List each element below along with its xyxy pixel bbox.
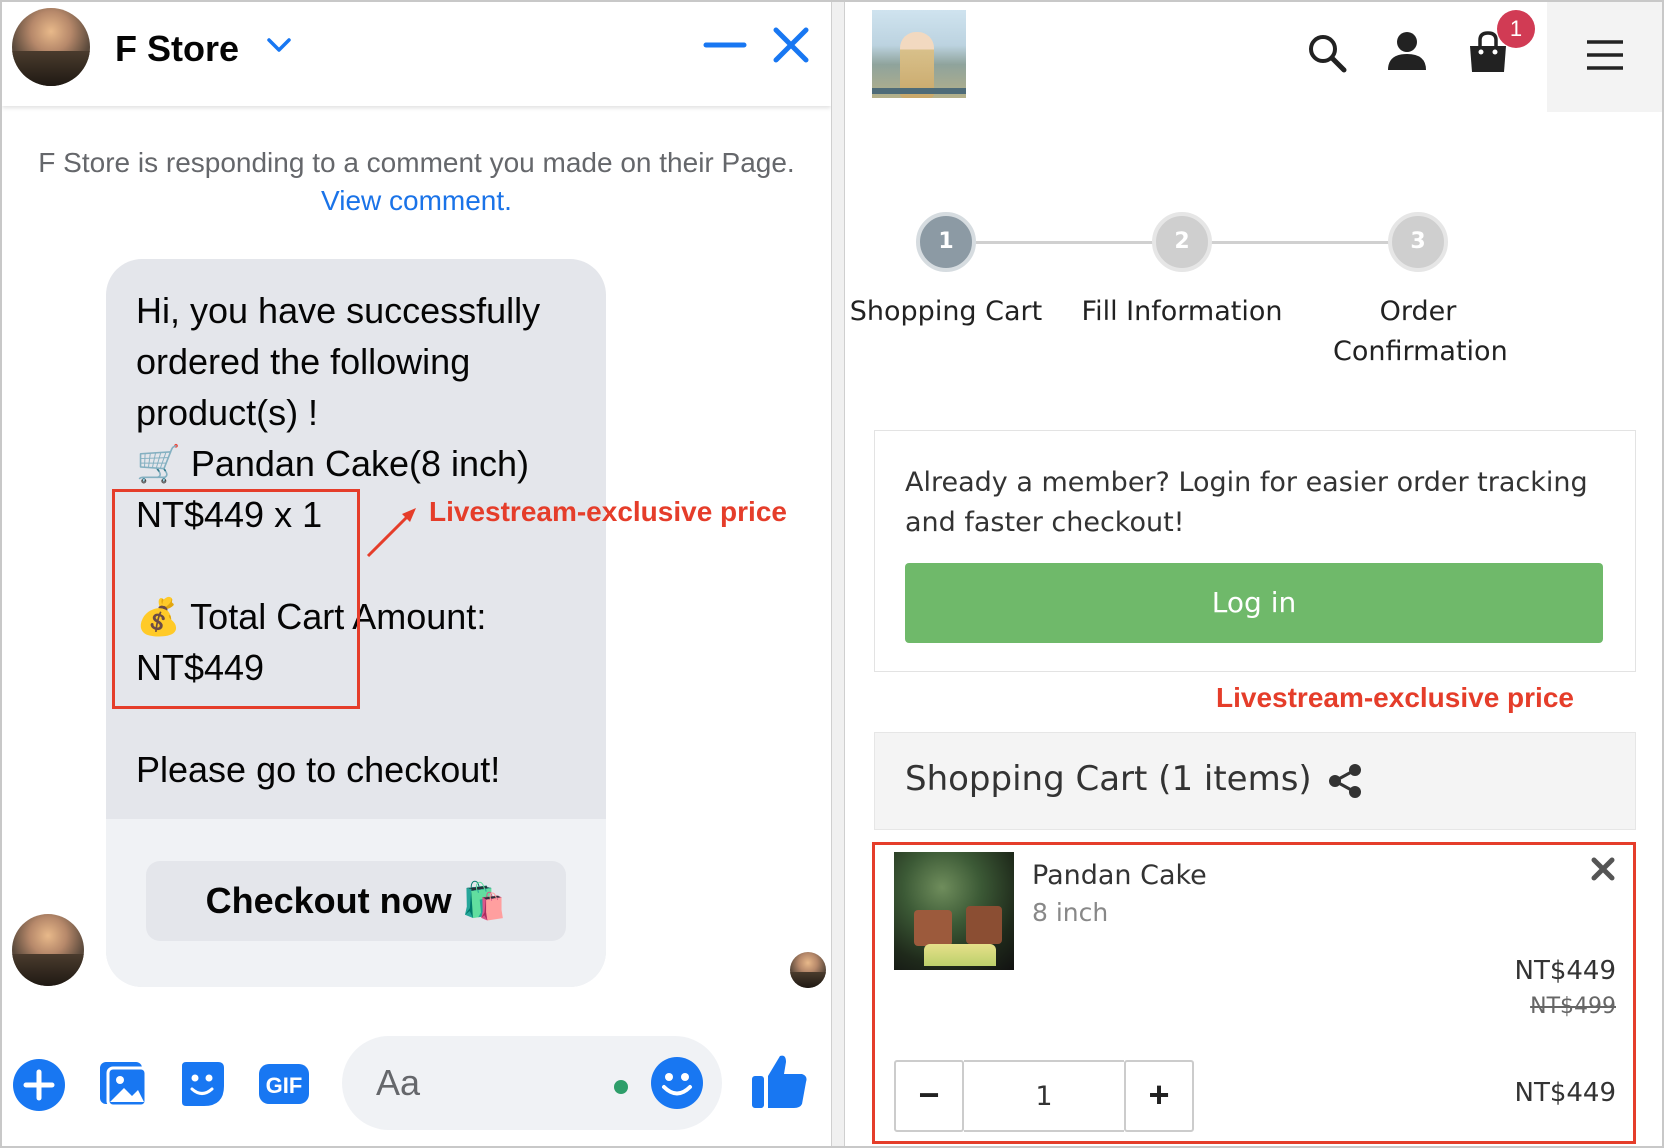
view-comment-link[interactable]: View comment. (321, 185, 512, 216)
step-1-circle: 1 (916, 212, 976, 272)
menu-button[interactable] (1547, 2, 1662, 112)
image-icon[interactable] (96, 1056, 152, 1112)
message-input[interactable]: Aa (342, 1036, 722, 1130)
step-connector (974, 241, 1170, 244)
like-icon[interactable] (748, 1050, 810, 1112)
step-connector (1210, 241, 1406, 244)
store-avatar[interactable] (12, 8, 90, 86)
logo-rail (872, 88, 966, 94)
menu-icon (1587, 40, 1623, 70)
annotation-arrow (366, 508, 416, 558)
step-3-circle: 3 (1388, 212, 1448, 272)
step-2-circle: 2 (1152, 212, 1212, 272)
member-prompt: Already a member? Login for easier order… (905, 467, 1588, 538)
cart-header: Shopping Cart (1 items) (874, 732, 1636, 830)
search-icon[interactable] (1306, 32, 1348, 74)
annotation-highlight-box (112, 489, 360, 709)
plus-circle-icon[interactable] (12, 1058, 66, 1112)
step-1-label: Shopping Cart (849, 296, 1043, 327)
store-name[interactable]: F Store (115, 28, 239, 70)
messenger-chat-window: F Store F Store is responding to a comme… (2, 2, 831, 1146)
checkout-now-button[interactable]: Checkout now 🛍️ (146, 861, 566, 941)
sender-avatar (12, 914, 84, 986)
store-topbar: 1 (846, 2, 1662, 112)
comment-notice: F Store is responding to a comment you m… (22, 144, 811, 220)
step-2-label: Fill Information (1081, 296, 1283, 327)
login-button[interactable]: Log in (905, 563, 1603, 643)
read-receipt-avatar (790, 952, 826, 988)
annotation-label: Livestream-exclusive price (429, 496, 787, 527)
chat-header: F Store (2, 2, 831, 106)
cart-count-badge: 1 (1497, 10, 1535, 48)
store-checkout-page: 1 1 2 3 Shopping Cart Fill Information O… (846, 2, 1662, 1146)
svg-text:GIF: GIF (266, 1073, 303, 1098)
emoji-icon[interactable] (650, 1056, 704, 1110)
gif-icon[interactable]: GIF (256, 1056, 312, 1112)
message-input-placeholder: Aa (376, 1062, 421, 1103)
share-icon[interactable] (1327, 763, 1363, 799)
annotation-highlight-box (872, 842, 1636, 1144)
chevron-down-icon[interactable] (264, 30, 294, 60)
minimize-icon[interactable] (702, 22, 748, 68)
step-3-label: Order Confirmation (1333, 296, 1508, 367)
active-status-dot (614, 1080, 628, 1094)
store-logo[interactable] (872, 10, 966, 98)
panel-divider (831, 0, 845, 1148)
cart-title: Shopping Cart (1 items) (905, 759, 1312, 799)
user-icon[interactable] (1386, 30, 1428, 72)
member-login-card: Already a member? Login for easier order… (874, 430, 1636, 672)
notice-text: F Store is responding to a comment you m… (38, 147, 795, 178)
annotation-label: Livestream-exclusive price (1216, 682, 1574, 713)
sticker-icon[interactable] (174, 1056, 230, 1112)
close-icon[interactable] (768, 22, 814, 68)
